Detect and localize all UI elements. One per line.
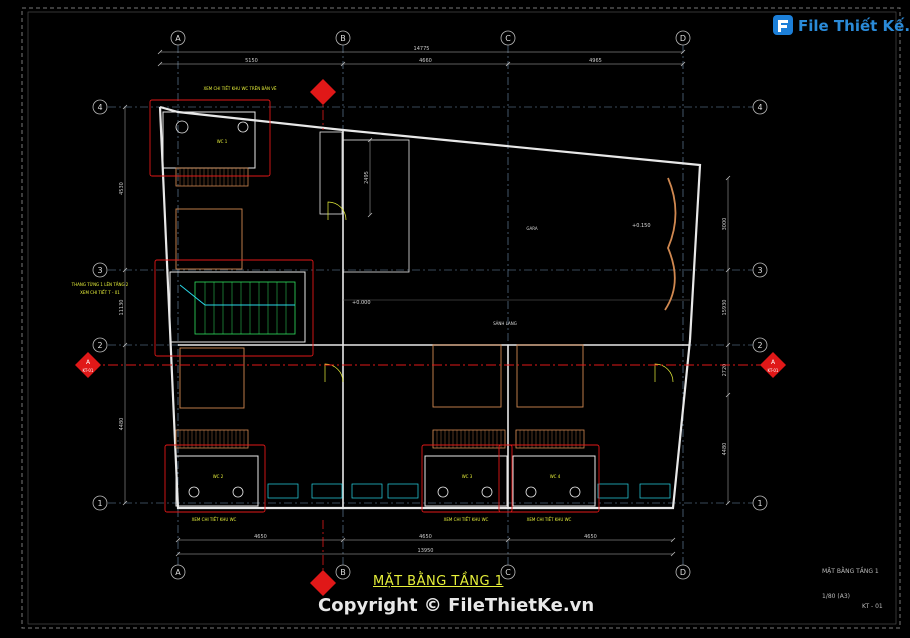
vanity-counter [267, 483, 299, 499]
grid-bubble-label: D [680, 34, 686, 43]
brand-logo[interactable]: File Thiết Kế.vn [772, 12, 910, 42]
grid-bubble-label: C [505, 568, 511, 577]
dim-top-total-text: 14775 [414, 46, 430, 52]
vanity-counter [639, 483, 671, 499]
room-label-living: SẢNH LANG [493, 321, 517, 326]
bed-3 [432, 344, 502, 408]
dim-top-text: 4965 [589, 58, 602, 64]
dim-bottom-text: 4650 [419, 534, 432, 540]
dim-right-text: 3000 [722, 218, 728, 231]
grid-bubble-label: 3 [757, 266, 762, 275]
stair-flight [194, 281, 296, 335]
grid-bubble-label: B [340, 568, 346, 577]
dim-top-text: 4660 [419, 58, 432, 64]
drawing-title: MẶT BẰNG TẦNG 1 [373, 574, 504, 589]
dim-right-text: 15930 [722, 300, 728, 316]
toilet-icon [569, 486, 581, 498]
sheet-border [21, 7, 901, 629]
vanity-counter [351, 483, 383, 499]
grid-bubble-label: 1 [97, 499, 102, 508]
room-wc1 [162, 111, 256, 169]
detail-callout-box-1 [149, 99, 271, 177]
callout-label-stair: THANG TỪNG 1 LÊN TẦNG 2 [71, 282, 129, 287]
bed-4 [516, 344, 584, 408]
kitchen-counter [319, 131, 343, 215]
title-block-sheet: KT - 01 [862, 603, 883, 610]
grid-bubble-label: D [680, 568, 686, 577]
floor-plan-drawing: A A B B C C D D 4 4 3 3 2 2 1 1 14775 5150 4660 4965 4650 465… [21, 7, 901, 629]
door-swing [654, 363, 674, 383]
grid-bubble-label: 1 [757, 499, 762, 508]
dim-bottom-text: 4650 [254, 534, 267, 540]
toilet-icon [188, 486, 200, 498]
grid-bubble-label: A [175, 568, 181, 577]
bed-2 [179, 347, 245, 409]
logo-text: File Thiết Kế.vn [798, 17, 910, 35]
dim-inner-text: 2495 [364, 171, 370, 184]
room-label-wc3: WC 3 [462, 474, 473, 479]
grid-bubble-label: A [175, 34, 181, 43]
level-label: +0.150 [632, 223, 651, 229]
section-marker-sheet: KT-01 [768, 368, 779, 373]
room-label-wc2: WC 2 [213, 474, 224, 479]
toilet-icon [525, 486, 537, 498]
garage-bay [342, 139, 410, 273]
grid-bubble-label: B [340, 34, 346, 43]
garage-door [664, 177, 677, 311]
stair-arrow [179, 284, 295, 306]
grid-bubble-label: 2 [757, 341, 762, 350]
door-swing [324, 363, 344, 383]
room-wc3 [424, 455, 508, 507]
level-label: +0.000 [352, 300, 371, 306]
grid-bubble-label: 3 [97, 266, 102, 275]
title-block-scale: 1/80 (A3) [822, 593, 850, 600]
callout-label-wc3: XEM CHI TIẾT KHU WC [444, 516, 489, 522]
copyright-text: Copyright © FileThietKe.vn [318, 595, 595, 616]
callout-label-wc2: XEM CHI TIẾT KHU WC [192, 516, 237, 522]
room-label-wc4: WC 4 [550, 474, 561, 479]
room-label-wc1: WC 1 [217, 139, 228, 144]
dim-left-text: 11130 [119, 300, 125, 316]
stair-well [169, 271, 306, 343]
callout-label-stair: XEM CHI TIẾT T - 01 [80, 289, 120, 295]
toilet-icon [437, 486, 449, 498]
vanity-counter [311, 483, 343, 499]
dim-right-text: 2720 [722, 364, 728, 377]
title-block-name: MẶT BẰNG TẦNG 1 [822, 568, 879, 575]
vanity-counter [387, 483, 419, 499]
toilet-icon [481, 486, 493, 498]
vanity-counter [597, 483, 629, 499]
grid-bubble-label: 4 [97, 103, 102, 112]
grid-bubble-label: C [505, 34, 511, 43]
dim-bottom-text: 4650 [584, 534, 597, 540]
callout-label-wc4: XEM CHI TIẾT KHU WC [527, 516, 572, 522]
toilet-icon [232, 486, 244, 498]
section-marker-sheet: KT-01 [83, 368, 94, 373]
grid-bubble-label: 2 [97, 341, 102, 350]
room-label-gara: GARA [526, 226, 537, 231]
dim-bottom-total-text: 13950 [418, 548, 434, 554]
room-wc4 [512, 455, 596, 507]
dim-right-text: 4480 [722, 443, 728, 456]
callout-label-top: XEM CHI TIẾT KHU WC TRÊN BẢN VẼ [204, 85, 277, 91]
dim-top-text: 5150 [245, 58, 258, 64]
room-wc2 [175, 455, 259, 507]
filethietke-logo-icon [773, 15, 793, 35]
sink-icon [237, 121, 249, 133]
grid-bubble-label: 4 [757, 103, 762, 112]
dim-left-text: 4480 [119, 418, 125, 431]
dim-left-text: 4530 [119, 182, 125, 195]
